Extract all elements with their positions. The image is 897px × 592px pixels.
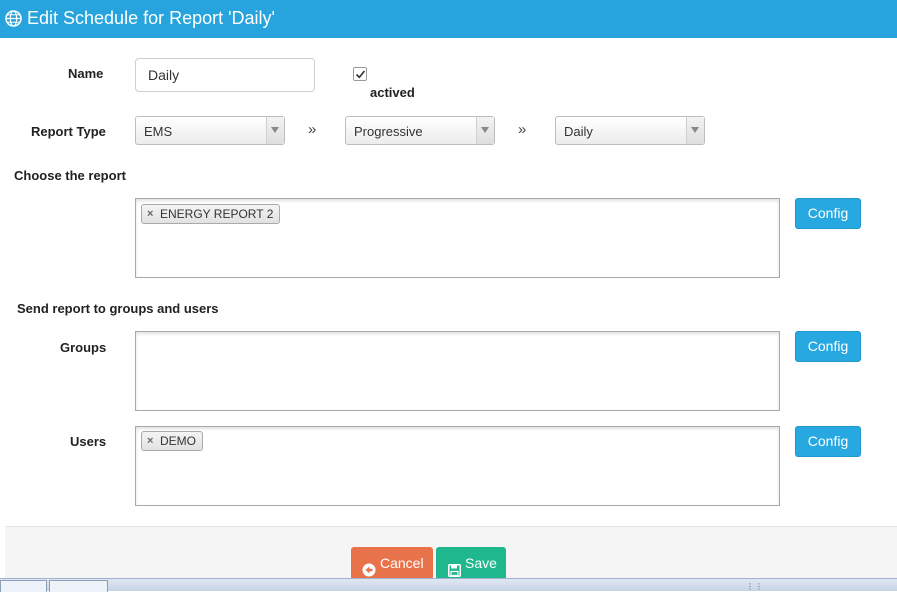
tag-label: DEMO [160,434,196,448]
report-type-select-2[interactable]: Progressive [345,116,495,145]
config-groups-button[interactable]: Config [795,331,861,362]
send-to-label: Send report to groups and users [17,301,219,316]
os-taskbar: ⋮⋮ [0,578,897,592]
save-button[interactable]: Save [436,547,506,580]
close-icon[interactable]: × [147,432,153,450]
groups-label: Groups [60,340,107,355]
select-value: EMS [144,124,173,139]
caret-down-icon [266,117,284,144]
globe-icon [5,10,22,27]
tag-label: ENERGY REPORT 2 [160,207,274,221]
taskbar-button[interactable] [49,580,108,592]
report-type-select-3[interactable]: Daily [555,116,705,145]
taskbar-button[interactable] [0,580,47,592]
select-value: Daily [564,124,593,139]
actived-label: actived [370,85,415,100]
dialog-titlebar: Edit Schedule for Report 'Daily' [0,0,897,38]
actived-checkbox[interactable] [353,67,367,81]
name-label: Name [68,66,104,81]
cancel-button[interactable]: Cancel [351,547,433,580]
cancel-label: Cancel [380,555,424,571]
users-label: Users [70,434,107,449]
double-chevron-right-icon: » [308,121,317,138]
user-tag: × DEMO [141,431,203,451]
select-value: Progressive [354,124,423,139]
dialog-title: Edit Schedule for Report 'Daily' [27,8,275,28]
config-report-button[interactable]: Config [795,198,861,229]
save-label: Save [465,555,497,571]
caret-down-icon [476,117,494,144]
config-users-button[interactable]: Config [795,426,861,457]
users-multiselect[interactable]: × DEMO [135,426,780,506]
close-icon[interactable]: × [147,205,153,223]
name-input[interactable]: Daily [135,58,315,92]
double-chevron-right-icon: » [518,121,527,138]
report-multiselect[interactable]: × ENERGY REPORT 2 [135,198,780,278]
caret-down-icon [686,117,704,144]
checkmark-icon [355,70,366,79]
report-type-select-1[interactable]: EMS [135,116,285,145]
groups-multiselect[interactable] [135,331,780,411]
report-type-label: Report Type [31,124,106,139]
report-tag: × ENERGY REPORT 2 [141,204,281,224]
choose-report-label: Choose the report [14,168,126,183]
